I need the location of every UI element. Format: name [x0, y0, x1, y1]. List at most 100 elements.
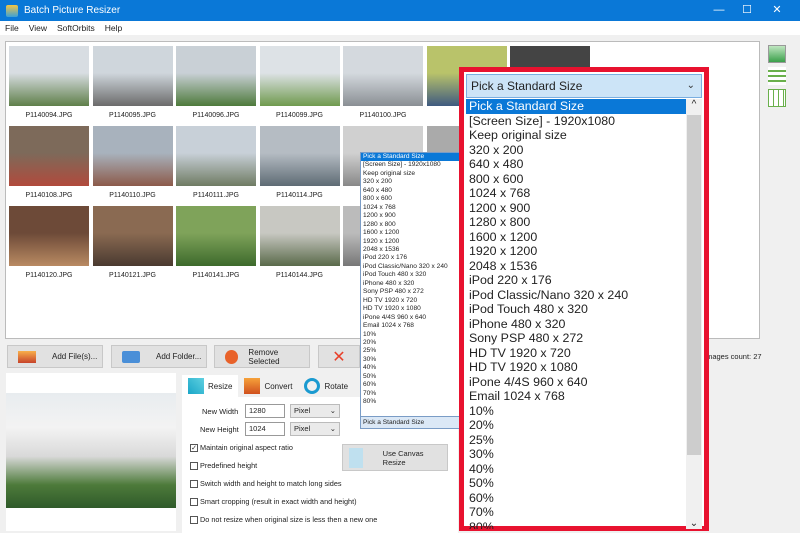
- thumbnail[interactable]: P1140111.JPG: [176, 126, 256, 206]
- size-option[interactable]: iPone 4/4S 960 x 640: [361, 314, 459, 322]
- standard-size-dropdown-small[interactable]: Pick a Standard Size [Screen Size] - 1920…: [360, 152, 460, 429]
- size-option[interactable]: Keep original size: [466, 128, 686, 143]
- size-option[interactable]: Email 1024 x 768: [466, 389, 686, 404]
- size-option[interactable]: 30%: [361, 356, 459, 364]
- size-option[interactable]: iPone 4/4S 960 x 640: [466, 375, 686, 390]
- size-option[interactable]: 10%: [361, 331, 459, 339]
- size-option[interactable]: iPhone 480 x 320: [466, 317, 686, 332]
- size-option[interactable]: 50%: [361, 373, 459, 381]
- size-option[interactable]: 640 x 480: [361, 187, 459, 195]
- new-width-input[interactable]: 1280: [245, 404, 285, 418]
- size-option[interactable]: 60%: [466, 491, 686, 506]
- size-option[interactable]: iPod Classic/Nano 320 x 240: [466, 288, 686, 303]
- remove-selected-button[interactable]: Remove Selected: [214, 345, 310, 368]
- size-option[interactable]: 1280 x 800: [361, 221, 459, 229]
- size-option[interactable]: 60%: [361, 381, 459, 389]
- size-option[interactable]: iPhone 480 x 320: [361, 280, 459, 288]
- size-option[interactable]: 25%: [466, 433, 686, 448]
- add-files-button[interactable]: Add File(s)...: [7, 345, 103, 368]
- size-option[interactable]: 2048 x 1536: [466, 259, 686, 274]
- tab-resize[interactable]: Resize: [182, 375, 239, 397]
- thumbnail[interactable]: P1140120.JPG: [9, 206, 89, 286]
- size-option[interactable]: 80%: [361, 398, 459, 406]
- size-option[interactable]: 320 x 200: [466, 143, 686, 158]
- table-view-icon[interactable]: [768, 89, 786, 107]
- size-option[interactable]: Sony PSP 480 x 272: [361, 288, 459, 296]
- size-option[interactable]: 20%: [466, 418, 686, 433]
- size-option[interactable]: 70%: [466, 505, 686, 520]
- clear-button[interactable]: ✕: [318, 345, 360, 368]
- list-view-icon[interactable]: [768, 67, 786, 85]
- scrollbar[interactable]: ^ ⌄: [686, 99, 702, 529]
- scroll-thumb[interactable]: [687, 115, 701, 455]
- tab-rotate[interactable]: Rotate: [298, 375, 354, 397]
- option-checkbox[interactable]: ✓ Maintain original aspect ratio: [190, 443, 293, 452]
- close-button[interactable]: ✕: [762, 0, 792, 21]
- size-option[interactable]: iPod Touch 480 x 320: [466, 302, 686, 317]
- size-option[interactable]: iPod Classic/Nano 320 x 240: [361, 263, 459, 271]
- checkbox[interactable]: [190, 515, 198, 524]
- size-option[interactable]: 1600 x 1200: [466, 230, 686, 245]
- menu-file[interactable]: File: [5, 23, 19, 33]
- use-canvas-resize-button[interactable]: Use Canvas Resize: [342, 444, 448, 471]
- standard-size-list[interactable]: Pick a Standard Size [Screen Size] - 1920…: [466, 99, 686, 529]
- size-option[interactable]: 800 x 600: [466, 172, 686, 187]
- height-unit-select[interactable]: Pixel ⌄: [290, 422, 340, 436]
- new-height-input[interactable]: 1024: [245, 422, 285, 436]
- size-option[interactable]: 2048 x 1536: [361, 246, 459, 254]
- small-dropdown-selected[interactable]: Pick a Standard Size: [361, 416, 459, 428]
- size-option[interactable]: 25%: [361, 347, 459, 355]
- size-option[interactable]: 1200 x 900: [466, 201, 686, 216]
- menu-view[interactable]: View: [29, 23, 47, 33]
- size-option[interactable]: 20%: [361, 339, 459, 347]
- size-option[interactable]: 40%: [466, 462, 686, 477]
- size-option[interactable]: 1280 x 800: [466, 215, 686, 230]
- size-option[interactable]: 1920 x 1200: [466, 244, 686, 259]
- size-option[interactable]: 30%: [466, 447, 686, 462]
- minimize-button[interactable]: —: [704, 0, 734, 21]
- option-checkbox[interactable]: Smart cropping (result in exact width an…: [190, 497, 357, 506]
- size-option[interactable]: [Screen Size] - 1920x1080: [466, 114, 686, 129]
- size-option[interactable]: iPod 220 x 176: [361, 254, 459, 262]
- size-option[interactable]: iPod Touch 480 x 320: [361, 271, 459, 279]
- size-option[interactable]: 70%: [361, 390, 459, 398]
- size-option[interactable]: Keep original size: [361, 170, 459, 178]
- size-option[interactable]: 1920 x 1200: [361, 238, 459, 246]
- thumbnail[interactable]: P1140144.JPG: [259, 206, 340, 286]
- thumbnail[interactable]: P1140094.JPG: [9, 46, 89, 126]
- option-checkbox[interactable]: Switch width and height to match long si…: [190, 479, 342, 488]
- maximize-button[interactable]: ☐: [732, 0, 762, 21]
- option-checkbox[interactable]: Do not resize when original size is less…: [190, 515, 377, 524]
- thumbnail[interactable]: P1140110.JPG: [92, 126, 173, 206]
- size-option[interactable]: [Screen Size] - 1920x1080: [361, 161, 459, 169]
- checkbox[interactable]: [190, 461, 198, 470]
- size-option[interactable]: 640 x 480: [466, 157, 686, 172]
- menu-softorbits[interactable]: SoftOrbits: [57, 23, 95, 33]
- thumbnail[interactable]: P1140141.JPG: [176, 206, 256, 286]
- standard-size-select[interactable]: Pick a Standard Size ⌄: [466, 74, 702, 98]
- size-option[interactable]: 800 x 600: [361, 195, 459, 203]
- add-folder-button[interactable]: Add Folder...: [111, 345, 207, 368]
- size-option[interactable]: Pick a Standard Size: [361, 153, 459, 162]
- size-option[interactable]: 10%: [466, 404, 686, 419]
- checkbox[interactable]: [190, 479, 198, 488]
- size-option[interactable]: 1024 x 768: [361, 204, 459, 212]
- thumbnail[interactable]: P1140121.JPG: [92, 206, 173, 286]
- size-option[interactable]: 50%: [466, 476, 686, 491]
- size-option[interactable]: 1200 x 900: [361, 212, 459, 220]
- scroll-down-icon[interactable]: ⌄: [686, 518, 702, 529]
- size-option[interactable]: 80%: [466, 520, 686, 530]
- thumbnail[interactable]: P1140099.JPG: [259, 46, 340, 126]
- menu-help[interactable]: Help: [105, 23, 122, 33]
- thumbnail[interactable]: P1140114.JPG: [259, 126, 340, 206]
- thumbnail[interactable]: P1140100.JPG: [343, 46, 423, 126]
- checkbox[interactable]: [190, 497, 198, 506]
- size-option[interactable]: 1024 x 768: [466, 186, 686, 201]
- image-view-icon[interactable]: [768, 45, 786, 63]
- thumbnail[interactable]: P1140095.JPG: [92, 46, 173, 126]
- size-option[interactable]: HD TV 1920 x 720: [361, 297, 459, 305]
- size-option[interactable]: Pick a Standard Size: [466, 99, 686, 114]
- size-option[interactable]: iPod 220 x 176: [466, 273, 686, 288]
- size-option[interactable]: HD TV 1920 x 1080: [361, 305, 459, 313]
- size-option[interactable]: HD TV 1920 x 720: [466, 346, 686, 361]
